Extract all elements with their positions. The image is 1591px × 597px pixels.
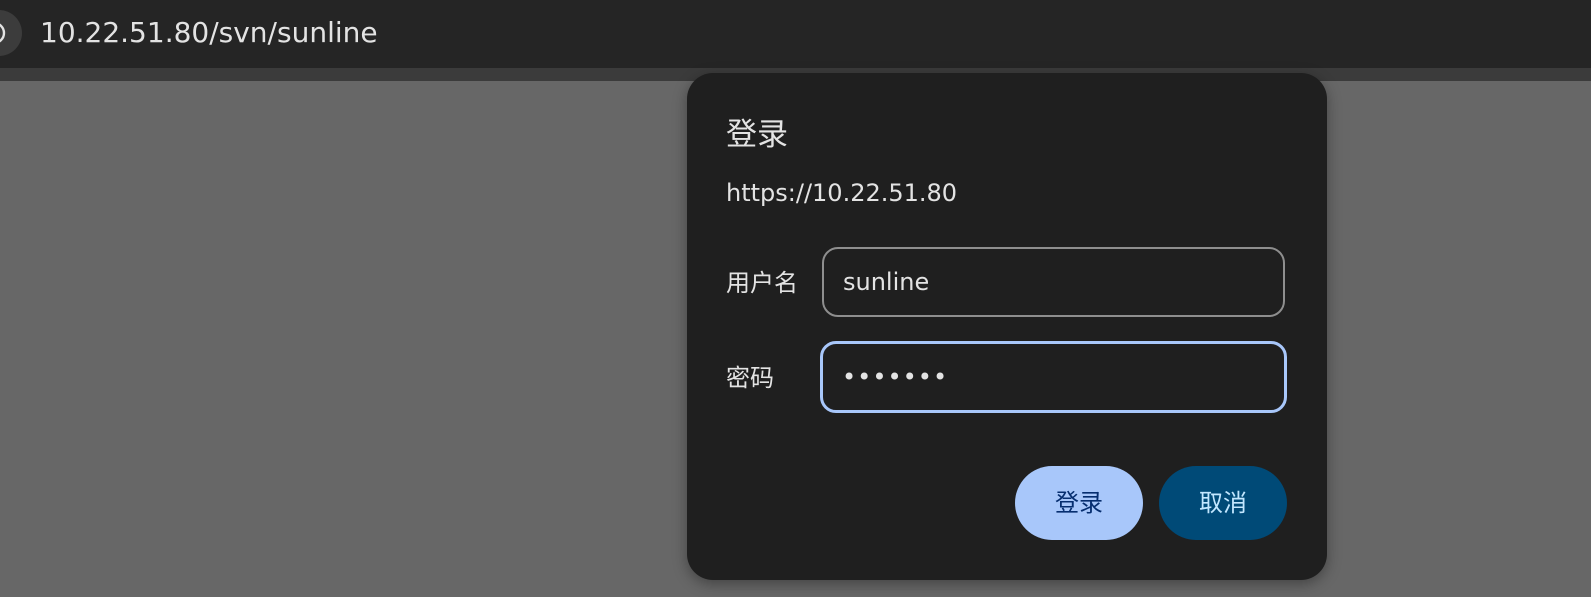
sign-in-dialog: 登录 https://10.22.51.80 用户名 sunline 密码 ••… <box>687 73 1327 580</box>
password-value: ••••••• <box>842 363 949 391</box>
username-label: 用户名 <box>726 269 798 297</box>
dialog-title: 登录 <box>726 117 788 153</box>
dialog-origin: https://10.22.51.80 <box>726 179 958 207</box>
site-info-button[interactable] <box>0 10 22 56</box>
login-button[interactable]: 登录 <box>1015 466 1143 540</box>
browser-toolbar: 10.22.51.80/svn/sunline <box>0 0 1591 81</box>
username-field[interactable]: sunline <box>822 247 1285 317</box>
cancel-button[interactable]: 取消 <box>1159 466 1287 540</box>
username-value: sunline <box>843 268 930 296</box>
password-label: 密码 <box>726 364 774 392</box>
address-bar-url[interactable]: 10.22.51.80/svn/sunline <box>40 15 378 51</box>
password-field[interactable]: ••••••• <box>820 341 1287 413</box>
info-icon <box>0 23 6 43</box>
